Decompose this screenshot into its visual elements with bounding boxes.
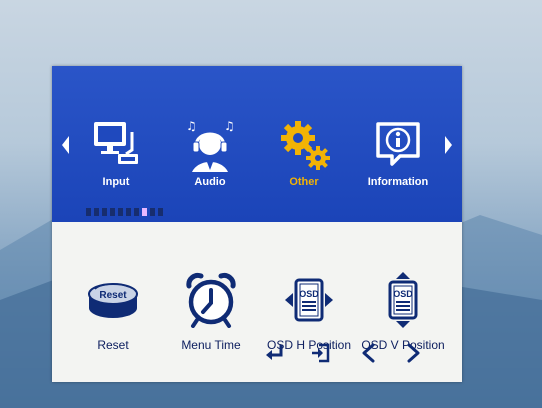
sub-menu-panel: Reset Reset Menu Time OSD OSD H Position…	[52, 222, 462, 382]
main-menu-item-information[interactable]: Information	[358, 116, 438, 196]
alarm-clock-icon	[186, 272, 236, 328]
page-dot	[110, 208, 115, 216]
osd-icon-text: OSD	[393, 289, 413, 299]
main-menu-item-label: Input	[102, 176, 130, 188]
page-dot	[134, 208, 139, 216]
page-dot	[150, 208, 155, 216]
chevron-right-icon[interactable]	[402, 342, 424, 364]
reset-icon: Reset	[88, 283, 138, 318]
main-menu-item-input[interactable]: Input	[76, 116, 156, 196]
sub-menu-item-label: Reset	[97, 338, 129, 352]
main-menu-prev-arrow[interactable]	[62, 136, 69, 154]
sub-menu-item-reset[interactable]: Reset Reset	[68, 272, 158, 368]
headset-person-icon: ♫ ♫	[186, 119, 235, 172]
main-menu-item-label: Information	[367, 176, 429, 188]
osd-icon-text: OSD	[299, 289, 319, 299]
main-menu-item-label: Audio	[194, 176, 226, 188]
osd-v-position-icon: OSD	[388, 272, 418, 328]
main-menu-item-label: Other	[289, 176, 319, 188]
gears-icon	[281, 121, 330, 170]
chevron-left-icon[interactable]	[358, 342, 380, 364]
page-dot	[118, 208, 123, 216]
main-menu-next-arrow[interactable]	[445, 136, 452, 154]
info-icon	[376, 122, 420, 166]
page-dot	[126, 208, 131, 216]
svg-text:♫: ♫	[186, 119, 197, 133]
page-dot	[158, 208, 163, 216]
main-menu-item-audio[interactable]: ♫ ♫ Audio	[170, 116, 250, 196]
sub-menu-item-menu-time[interactable]: Menu Time	[166, 272, 256, 368]
osd-menu-window: Input ♫ ♫ Audio Other Information Reset …	[52, 66, 462, 382]
page-dot	[94, 208, 99, 216]
svg-text:♫: ♫	[224, 119, 235, 133]
reset-icon-text: Reset	[99, 290, 127, 301]
page-dot	[86, 208, 91, 216]
computer-monitor-icon	[94, 122, 138, 164]
sub-menu-item-label: Menu Time	[181, 338, 241, 352]
main-menu-item-other[interactable]: Other	[264, 116, 344, 196]
main-menu-panel: Input ♫ ♫ Audio Other Information	[52, 66, 462, 222]
osd-h-position-icon: OSD	[285, 278, 333, 322]
page-dot	[102, 208, 107, 216]
exit-icon[interactable]	[310, 342, 332, 364]
enter-icon[interactable]	[264, 342, 286, 364]
page-dot	[142, 208, 147, 216]
